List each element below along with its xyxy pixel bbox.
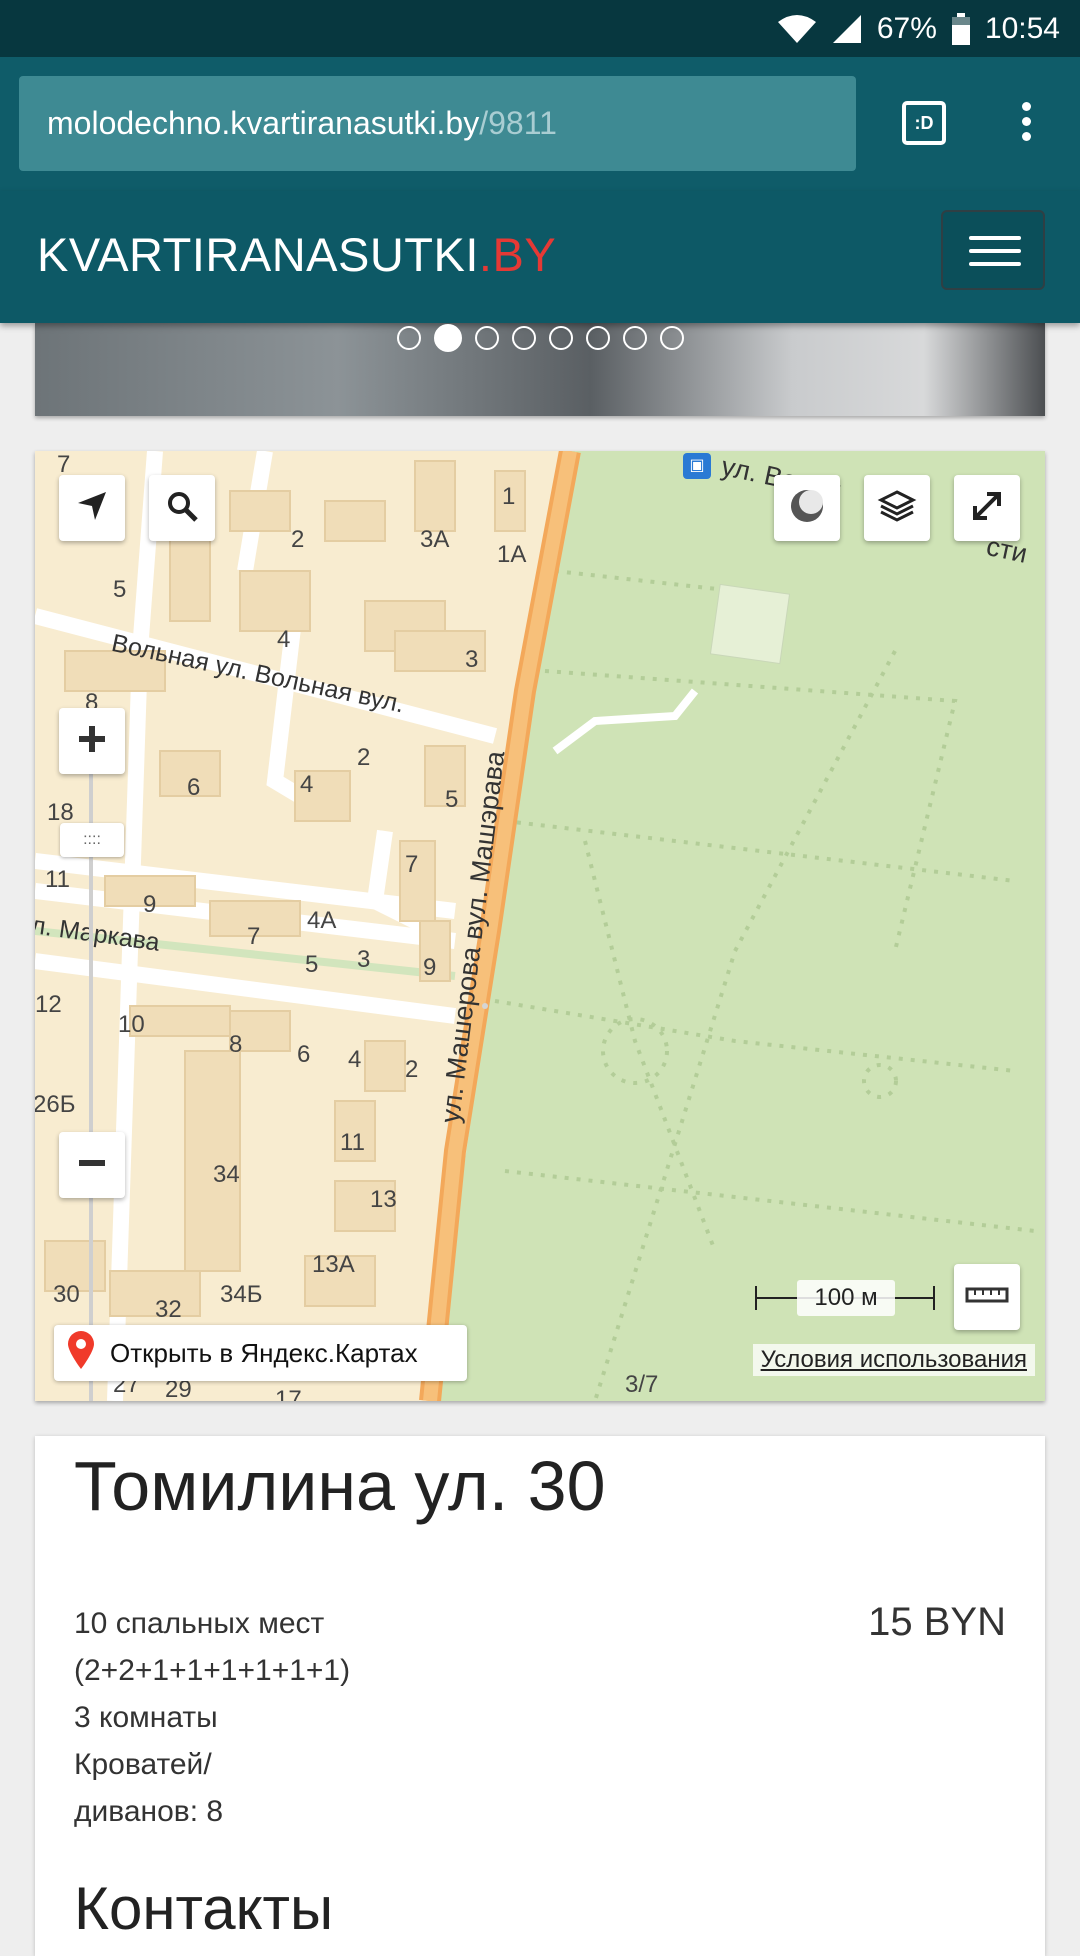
house-number: 4 — [348, 1046, 362, 1073]
house-number: 4А — [307, 907, 337, 934]
house-number: 5 — [445, 786, 459, 813]
house-number: 30 — [53, 1281, 80, 1308]
house-number: 17 — [275, 1386, 302, 1401]
house-number: 12 — [35, 991, 62, 1018]
expand-icon — [969, 488, 1005, 529]
house-number: 26Б — [35, 1091, 76, 1118]
detail-line: Кроватей/ — [74, 1748, 212, 1781]
fullscreen-button[interactable] — [954, 475, 1020, 541]
open-in-yandex-maps-link[interactable]: Открыть в Яндекс.Картах — [54, 1325, 467, 1381]
battery-percent: 67% — [876, 11, 937, 45]
house-number: 5 — [305, 951, 319, 978]
bus-stop-icon[interactable]: ▣ — [683, 453, 711, 479]
detail-line: диванов: 8 — [74, 1795, 224, 1828]
house-number: 2 — [405, 1056, 419, 1083]
zoom-slider-handle[interactable]: :::: — [60, 823, 124, 857]
site-header: KVARTIRANASUTKI.BY — [0, 191, 1080, 323]
house-number: 7 — [405, 851, 419, 878]
listing-details: 10 спальных мест (2+2+1+1+1+1+1+1) 3 ком… — [74, 1600, 350, 1835]
house-number: 5 — [113, 576, 127, 603]
map-search-button[interactable] — [149, 475, 215, 541]
detail-line: 10 спальных мест — [74, 1607, 325, 1640]
plus-icon — [76, 723, 108, 760]
carousel-dot[interactable] — [623, 326, 647, 350]
house-number: 1 — [502, 483, 516, 510]
listing-card: Томилина ул. 30 10 спальных мест (2+2+1+… — [35, 1436, 1045, 1956]
url-path: /9811 — [479, 105, 557, 141]
carousel-dot[interactable] — [586, 326, 610, 350]
house-number: 11 — [340, 1129, 365, 1156]
house-number: 6 — [187, 774, 201, 801]
house-number: 9 — [143, 891, 157, 918]
house-number: 3 — [357, 946, 371, 973]
layers-icon — [877, 486, 917, 531]
map[interactable]: Вольная ул. Вольная вул. ул. Машерова ву… — [35, 451, 1045, 1401]
url-field[interactable]: molodechno.kvartiranasutki.by/9811 — [19, 76, 856, 171]
detail-line: 3 комнаты — [74, 1701, 218, 1734]
house-number: 4 — [300, 771, 314, 798]
ruler-icon — [965, 1285, 1009, 1310]
terms-of-use-link[interactable]: Условия использования — [752, 1344, 1035, 1376]
traffic-icon — [789, 488, 825, 529]
house-number: 3/7 — [625, 1371, 659, 1398]
tabs-label: :D — [914, 112, 934, 133]
contacts-heading: Контакты — [74, 1875, 334, 1942]
scale-label: 100 м — [797, 1280, 895, 1316]
site-logo[interactable]: KVARTIRANASUTKI.BY — [37, 227, 556, 282]
house-number: 7 — [247, 923, 261, 950]
menu-toggle-button[interactable] — [941, 210, 1045, 290]
traffic-button[interactable] — [774, 475, 840, 541]
carousel-dot[interactable] — [397, 326, 421, 350]
house-number: 13А — [312, 1251, 355, 1278]
signal-icon — [831, 14, 863, 44]
status-bar: 67% 10:54 — [0, 0, 1080, 57]
layers-button[interactable] — [864, 475, 930, 541]
map-tiles — [35, 451, 1045, 1401]
detail-line: (2+2+1+1+1+1+1+1) — [74, 1654, 351, 1687]
carousel-dot[interactable] — [434, 324, 462, 352]
browser-toolbar: molodechno.kvartiranasutki.by/9811 :D — [0, 57, 1080, 191]
listing-price: 15 BYN — [868, 1600, 1006, 1644]
house-number: 34Б — [220, 1281, 263, 1308]
house-number: 9 — [423, 954, 437, 981]
carousel-dot[interactable] — [660, 326, 684, 350]
house-number: 8 — [229, 1031, 243, 1058]
battery-icon — [951, 12, 971, 45]
carousel-dot[interactable] — [475, 326, 499, 350]
zoom-in-button[interactable] — [59, 708, 125, 774]
navigation-arrow-icon — [75, 489, 109, 528]
url-host: molodechno.kvartiranasutki.by — [47, 105, 480, 141]
house-number: 6 — [297, 1041, 311, 1068]
map-scale: 100 м — [755, 1276, 935, 1320]
house-number: 34 — [213, 1161, 240, 1188]
carousel-dot[interactable] — [512, 326, 536, 350]
search-icon — [165, 489, 199, 528]
house-number: 3А — [420, 526, 450, 553]
more-menu-icon[interactable] — [1010, 97, 1042, 151]
house-number: 13 — [370, 1186, 397, 1213]
house-number: 4 — [277, 626, 291, 653]
zoom-out-button[interactable] — [59, 1132, 125, 1198]
geolocation-button[interactable] — [59, 475, 125, 541]
house-number: 2 — [357, 744, 371, 771]
house-number: 1А — [497, 541, 527, 568]
open-link-label: Открыть в Яндекс.Картах — [110, 1337, 418, 1368]
listing-title: Томилина ул. 30 — [74, 1447, 606, 1525]
carousel-dot[interactable] — [549, 326, 573, 350]
house-number: 32 — [155, 1296, 182, 1323]
map-pin-icon — [66, 1330, 96, 1377]
house-number: 2 — [291, 526, 305, 553]
minus-icon — [76, 1147, 108, 1184]
wifi-icon — [777, 14, 817, 44]
house-number: 11 — [45, 866, 70, 893]
tabs-button[interactable]: :D — [902, 101, 946, 145]
house-number: 3 — [465, 646, 479, 673]
carousel-dots — [397, 324, 684, 352]
clock: 10:54 — [984, 11, 1060, 45]
ruler-button[interactable] — [954, 1264, 1020, 1330]
house-number: 10 — [118, 1011, 145, 1038]
